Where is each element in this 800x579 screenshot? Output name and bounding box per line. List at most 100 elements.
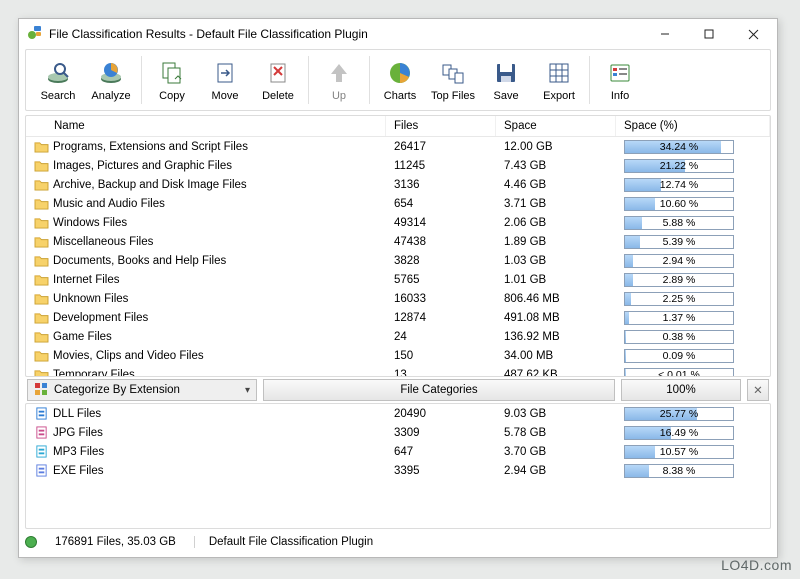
- row-name: Movies, Clips and Video Files: [53, 350, 204, 362]
- row-files: 647: [386, 446, 496, 458]
- info-icon: [606, 59, 634, 87]
- toolbar-divider: [589, 56, 590, 104]
- row-space: 7.43 GB: [496, 160, 616, 172]
- row-name: DLL Files: [53, 408, 101, 420]
- row-name: MP3 Files: [53, 446, 104, 458]
- move-icon: [211, 59, 239, 87]
- export-button[interactable]: Export: [533, 53, 585, 107]
- table-row[interactable]: Movies, Clips and Video Files15034.00 MB…: [26, 346, 770, 365]
- filetype-icon: [34, 445, 49, 458]
- table-row[interactable]: Development Files12874491.08 MB1.37 %: [26, 308, 770, 327]
- search-button[interactable]: Search: [32, 53, 84, 107]
- close-button[interactable]: [731, 20, 775, 48]
- toolbar-divider: [308, 56, 309, 104]
- header-name[interactable]: Name: [26, 116, 386, 136]
- maximize-button[interactable]: [687, 20, 731, 48]
- table-row[interactable]: Music and Audio Files6543.71 GB10.60 %: [26, 194, 770, 213]
- analyze-icon: [97, 59, 125, 87]
- folder-icon: [34, 235, 49, 248]
- up-icon: [325, 59, 353, 87]
- filetype-icon: [34, 407, 49, 420]
- categorize-dropdown[interactable]: Categorize By Extension ▾: [27, 379, 257, 401]
- close-icon: ✕: [753, 383, 763, 397]
- table-row[interactable]: Images, Pictures and Graphic Files 112457…: [26, 156, 770, 175]
- main-panel: Name Files Space Space (%) Programs, Ext…: [25, 115, 771, 377]
- table-row[interactable]: Unknown Files16033806.46 MB2.25 %: [26, 289, 770, 308]
- file-categories-button[interactable]: File Categories: [263, 379, 615, 401]
- copy-button[interactable]: Copy: [146, 53, 198, 107]
- percent-bar: 5.88 %: [624, 216, 734, 230]
- row-space: 9.03 GB: [496, 408, 616, 420]
- table-row[interactable]: Game Files24136.92 MB0.38 %: [26, 327, 770, 346]
- toolbar: Search Analyze Copy Move Delete Up Chart…: [25, 49, 771, 111]
- search-label: Search: [41, 90, 76, 102]
- table-row[interactable]: Miscellaneous Files474381.89 GB5.39 %: [26, 232, 770, 251]
- header-files[interactable]: Files: [386, 116, 496, 136]
- header-pct[interactable]: Space (%): [616, 116, 770, 136]
- row-files: 11245: [386, 160, 496, 172]
- percent-bar: 1.37 %: [624, 311, 734, 325]
- info-button[interactable]: Info: [594, 53, 646, 107]
- row-space: 487.62 KB: [496, 369, 616, 377]
- delete-icon: [264, 59, 292, 87]
- panel-close-button[interactable]: ✕: [747, 379, 769, 401]
- delete-label: Delete: [262, 90, 294, 102]
- zoom-button[interactable]: 100%: [621, 379, 741, 401]
- row-name: Documents, Books and Help Files: [53, 255, 226, 267]
- topfiles-label: Top Files: [431, 90, 475, 102]
- toolbar-divider: [141, 56, 142, 104]
- topfiles-button[interactable]: Top Files: [427, 53, 479, 107]
- row-files: 654: [386, 198, 496, 210]
- table-row[interactable]: Internet Files57651.01 GB2.89 %: [26, 270, 770, 289]
- row-space: 5.78 GB: [496, 427, 616, 439]
- table-row[interactable]: Archive, Backup and Disk Image Files3136…: [26, 175, 770, 194]
- move-button[interactable]: Move: [199, 53, 251, 107]
- table-row[interactable]: JPG Files33095.78 GB16.49 %: [26, 423, 770, 442]
- row-space: 3.71 GB: [496, 198, 616, 210]
- row-files: 49314: [386, 217, 496, 229]
- row-space: 34.00 MB: [496, 350, 616, 362]
- header-space[interactable]: Space: [496, 116, 616, 136]
- percent-bar: 34.24 %: [624, 140, 734, 154]
- table-row[interactable]: DLL Files204909.03 GB25.77 %: [26, 404, 770, 423]
- row-name: Music and Audio Files: [53, 198, 165, 210]
- row-space: 12.00 GB: [496, 141, 616, 153]
- analyze-button[interactable]: Analyze: [85, 53, 137, 107]
- table-row[interactable]: Windows Files493142.06 GB5.88 %: [26, 213, 770, 232]
- filetype-icon: [34, 426, 49, 439]
- watermark: LO4D.com: [721, 557, 792, 573]
- charts-icon: [386, 59, 414, 87]
- row-name: Programs, Extensions and Script Files: [53, 141, 248, 153]
- table-row[interactable]: Temporary Files13487.62 KB< 0.01 %: [26, 365, 770, 376]
- table-row[interactable]: Documents, Books and Help Files38281.03 …: [26, 251, 770, 270]
- percent-bar: 2.89 %: [624, 273, 734, 287]
- row-files: 24: [386, 331, 496, 343]
- categorize-label: Categorize By Extension: [54, 384, 180, 396]
- folder-icon: [34, 349, 49, 362]
- extension-list[interactable]: DLL Files204909.03 GB25.77 %JPG Files330…: [26, 404, 770, 528]
- toolbar-divider: [369, 56, 370, 104]
- row-name: Internet Files: [53, 274, 119, 286]
- table-row[interactable]: EXE Files33952.94 GB8.38 %: [26, 461, 770, 480]
- row-name: JPG Files: [53, 427, 103, 439]
- delete-button[interactable]: Delete: [252, 53, 304, 107]
- row-name: Images, Pictures and Graphic Files: [53, 160, 232, 172]
- category-list[interactable]: Programs, Extensions and Script Files264…: [26, 137, 770, 376]
- folder-icon: [34, 254, 49, 267]
- row-name: Temporary Files: [53, 369, 135, 377]
- minimize-button[interactable]: [643, 20, 687, 48]
- folder-icon: [34, 292, 49, 305]
- percent-bar: 0.38 %: [624, 330, 734, 344]
- percent-bar: < 0.01 %: [624, 368, 734, 377]
- table-row[interactable]: MP3 Files6473.70 GB10.57 %: [26, 442, 770, 461]
- charts-button[interactable]: Charts: [374, 53, 426, 107]
- column-headers: Name Files Space Space (%): [26, 116, 770, 137]
- folder-icon: [34, 197, 49, 210]
- folder-icon: [34, 311, 49, 324]
- table-row[interactable]: Programs, Extensions and Script Files264…: [26, 137, 770, 156]
- percent-bar: 12.74 %: [624, 178, 734, 192]
- row-files: 47438: [386, 236, 496, 248]
- copy-icon: [158, 59, 186, 87]
- row-files: 3828: [386, 255, 496, 267]
- save-button[interactable]: Save: [480, 53, 532, 107]
